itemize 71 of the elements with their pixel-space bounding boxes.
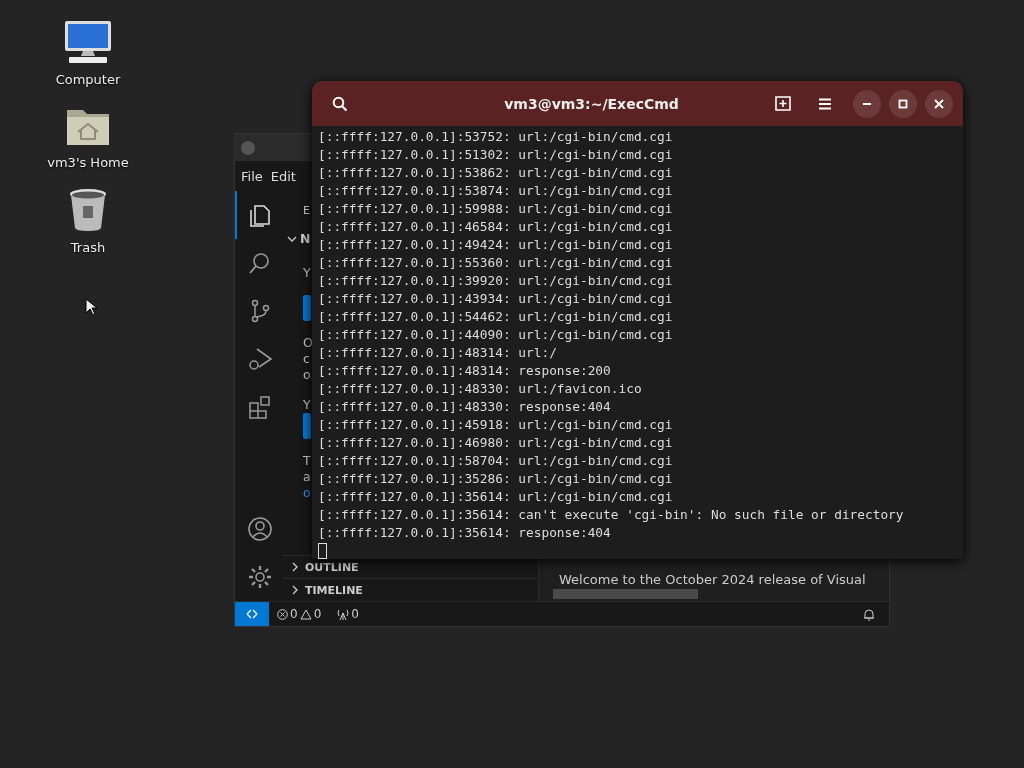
close-icon	[934, 98, 944, 109]
desktop-icon[interactable]: vm3's Home	[43, 105, 133, 170]
editor-text: Welcome to the October 2024 release of Visual	[559, 572, 866, 587]
terminal-line: [::ffff:127.0.0.1]:59988: url:/cgi-bin/cmd.cgi	[318, 200, 674, 218]
welcome-text: T	[303, 453, 311, 469]
terminal-line: [::ffff:127.0.0.1]:48330: url:/favicon.ico	[318, 380, 643, 398]
ports-status[interactable]: 0	[337, 607, 359, 621]
terminal-line: [::ffff:127.0.0.1]:53874: url:/cgi-bin/cmd.cgi	[318, 182, 674, 200]
scrollbar-thumb[interactable]	[553, 589, 698, 599]
error-icon	[277, 608, 288, 620]
menu-icon	[818, 97, 832, 110]
terminal-line: [::ffff:127.0.0.1]:53752: url:/cgi-bin/cmd.cgi	[318, 128, 674, 146]
terminal-line: [::ffff:127.0.0.1]:48314: url:/	[318, 344, 558, 362]
welcome-text: a	[303, 469, 311, 485]
run-debug-icon	[247, 346, 273, 372]
chevron-icon	[291, 585, 299, 595]
settings-icon	[247, 564, 273, 590]
close-button[interactable]	[925, 89, 953, 118]
terminal-line: [::ffff:127.0.0.1]:35286: url:/cgi-bin/cmd.cgi	[318, 470, 674, 488]
menu-item[interactable]: Edit	[270, 168, 296, 184]
terminal-line: [::ffff:127.0.0.1]:48330: response:404	[318, 398, 612, 416]
account-icon	[247, 516, 273, 542]
computer-icon	[63, 20, 113, 64]
search-icon	[332, 95, 348, 112]
welcome-text: O	[303, 335, 313, 351]
mouse-pointer-icon	[85, 298, 97, 316]
terminal-line: [::ffff:127.0.0.1]:43934: url:/cgi-bin/cmd.cgi	[318, 290, 674, 308]
terminal-line: [::ffff:127.0.0.1]:48314: response:200	[318, 362, 612, 380]
terminal-line: [::ffff:127.0.0.1]:46584: url:/cgi-bin/cmd.cgi	[318, 218, 674, 236]
welcome-text: Y	[303, 397, 311, 413]
cursor	[318, 543, 327, 559]
chevron-icon	[287, 236, 297, 242]
icon-label: vm3's Home	[47, 155, 129, 170]
terminal-line: [::ffff:127.0.0.1]:49424: url:/cgi-bin/cmd.cgi	[318, 236, 674, 254]
menu-item[interactable]: File	[241, 168, 263, 184]
terminal-line: [::ffff:127.0.0.1]:55360: url:/cgi-bin/cmd.cgi	[318, 254, 674, 272]
terminal-line: [::ffff:127.0.0.1]:46980: url:/cgi-bin/cmd.cgi	[318, 434, 674, 452]
terminal-line: [::ffff:127.0.0.1]:44090: url:/cgi-bin/cmd.cgi	[318, 326, 674, 344]
desktop-icon[interactable]: Computer	[43, 20, 133, 87]
new-tab-icon	[775, 96, 791, 111]
icon-label: Trash	[70, 240, 106, 255]
terminal-line: [::ffff:127.0.0.1]:53862: url:/cgi-bin/cmd.cgi	[318, 164, 674, 182]
bell-icon[interactable]	[863, 607, 875, 621]
section-header[interactable]: N	[287, 231, 311, 247]
remote-icon	[246, 608, 258, 620]
terminal-line: [::ffff:127.0.0.1]:45918: url:/cgi-bin/cmd.cgi	[318, 416, 674, 434]
desktop-icon[interactable]: Trash	[43, 188, 133, 255]
terminal-line: [::ffff:127.0.0.1]:35614: can't execute 'cgi-bin': No such file or directory	[318, 506, 905, 524]
terminal-line: [::ffff:127.0.0.1]:35614: response:404	[318, 524, 612, 542]
minimize-icon	[862, 102, 872, 105]
link[interactable]: o	[303, 485, 311, 501]
terminal-line: [::ffff:127.0.0.1]:51302: url:/cgi-bin/cmd.cgi	[318, 146, 674, 164]
problems-status[interactable]: 0 0	[277, 607, 322, 621]
trash-icon	[68, 188, 108, 232]
chevron-icon	[291, 562, 299, 572]
window-title: vm3@vm3:~/ExecCmd	[503, 95, 680, 112]
antenna-icon	[337, 608, 350, 620]
sidebar-title: E	[303, 203, 310, 219]
icon-label: Computer	[55, 72, 121, 87]
extensions-icon	[247, 394, 273, 420]
terminal-line: [::ffff:127.0.0.1]:58704: url:/cgi-bin/cmd.cgi	[318, 452, 674, 470]
terminal-line: [::ffff:127.0.0.1]:35614: url:/cgi-bin/cmd.cgi	[318, 488, 674, 506]
welcome-text: c	[303, 351, 310, 367]
maximize-icon	[898, 98, 908, 109]
welcome-text: o	[303, 367, 311, 383]
terminal-line: [::ffff:127.0.0.1]:54462: url:/cgi-bin/cmd.cgi	[318, 308, 674, 326]
files-icon	[247, 202, 273, 228]
terminal-line: [::ffff:127.0.0.1]:39920: url:/cgi-bin/cmd.cgi	[318, 272, 674, 290]
warning-icon	[299, 608, 312, 620]
maximize-button[interactable]	[889, 89, 917, 118]
welcome-text: Y	[303, 265, 311, 281]
